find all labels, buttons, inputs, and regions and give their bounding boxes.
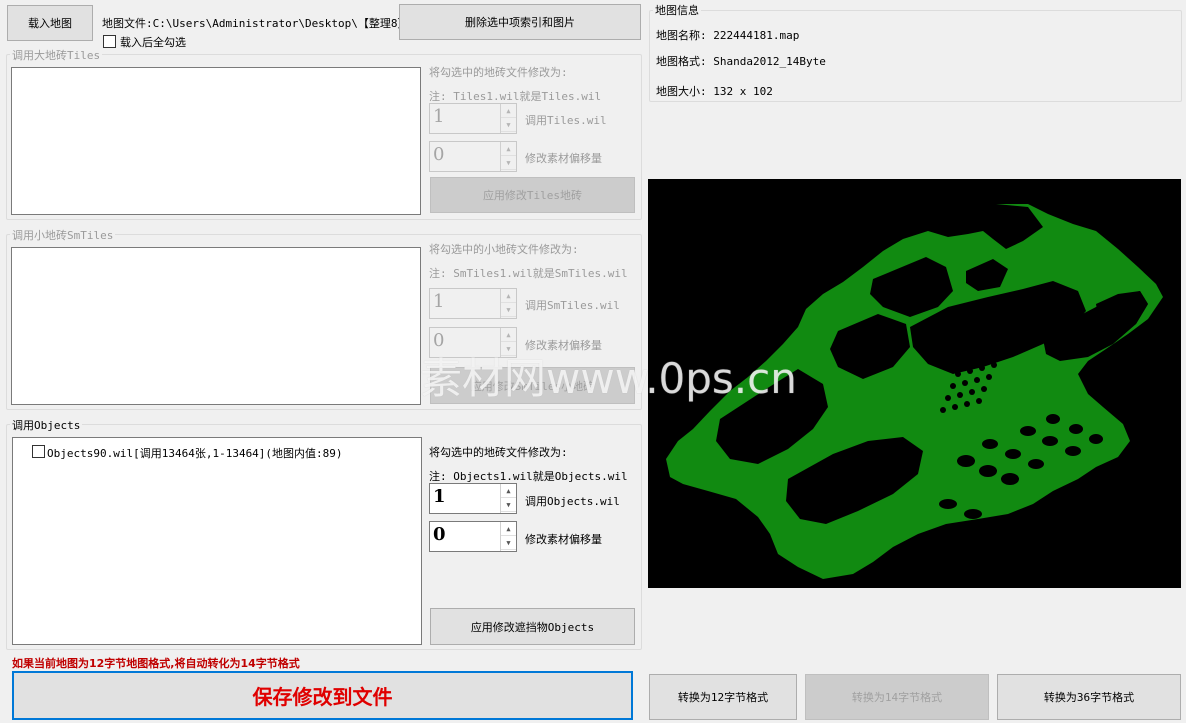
- map-info-group-label: 地图信息: [653, 2, 701, 18]
- map-name: 地图名称: 222444181.map: [656, 29, 800, 42]
- smtiles-index-label: 调用SmTiles.wil: [525, 299, 620, 312]
- tiles-index-stepper[interactable]: 1 ▲ ▼: [429, 103, 517, 134]
- objects-index-label: 调用Objects.wil: [525, 495, 620, 508]
- tiles-offset-label: 修改素材偏移量: [525, 152, 602, 165]
- stepper-up-icon[interactable]: ▲: [501, 522, 516, 536]
- tiles-offset-stepper[interactable]: 0 ▲ ▼: [429, 141, 517, 172]
- smtiles-offset-value: 0: [433, 330, 445, 351]
- smtiles-modify-to-label: 将勾选中的小地砖文件修改为:: [429, 243, 579, 256]
- objects-index-stepper[interactable]: 1 ▲ ▼: [429, 483, 517, 514]
- objects-offset-stepper[interactable]: 0 ▲ ▼: [429, 521, 517, 552]
- objects-note: 注: Objects1.wil就是Objects.wil: [429, 470, 628, 483]
- stepper-up-icon[interactable]: ▲: [501, 289, 516, 303]
- tiles-list[interactable]: [11, 67, 421, 215]
- stepper-up-icon[interactable]: ▲: [501, 142, 516, 156]
- map-preview-image: [666, 204, 1163, 579]
- stepper-down-icon[interactable]: ▼: [501, 498, 516, 512]
- list-item[interactable]: Objects90.wil[调用13464张,1-13464](地图内值:89): [47, 445, 343, 461]
- delete-selected-button[interactable]: 删除选中项索引和图片: [399, 4, 641, 40]
- apply-smtiles-button[interactable]: 应用修改SmTiles小地砖: [430, 367, 635, 404]
- apply-objects-button[interactable]: 应用修改遮挡物Objects: [430, 608, 635, 645]
- map-file-label: 地图文件:C:\Users\Administrator\Desktop\【整理8…: [102, 17, 416, 30]
- stepper-down-icon[interactable]: ▼: [501, 118, 516, 132]
- tiles-offset-value: 0: [433, 144, 445, 165]
- save-to-file-button[interactable]: 保存修改到文件: [12, 671, 633, 720]
- tiles-group-label: 调用大地砖Tiles: [10, 47, 103, 63]
- smtiles-group-label: 调用小地砖SmTiles: [10, 227, 116, 243]
- apply-tiles-button[interactable]: 应用修改Tiles地砖: [430, 177, 635, 213]
- objects-list[interactable]: Objects90.wil[调用13464张,1-13464](地图内值:89): [12, 437, 422, 645]
- objects-offset-value: 0: [433, 524, 446, 545]
- stepper-down-icon[interactable]: ▼: [501, 303, 516, 317]
- format-warning: 如果当前地图为12字节地图格式,将自动转化为14字节格式: [12, 657, 300, 670]
- tiles-modify-to-label: 将勾选中的地砖文件修改为:: [429, 66, 568, 79]
- objects-group-label: 调用Objects: [10, 417, 83, 433]
- tiles-index-value: 1: [433, 106, 445, 127]
- select-all-after-load-label: 载入后全勾选: [120, 36, 186, 49]
- smtiles-offset-label: 修改素材偏移量: [525, 339, 602, 352]
- objects-offset-label: 修改素材偏移量: [525, 533, 602, 546]
- smtiles-note: 注: SmTiles1.wil就是SmTiles.wil: [429, 267, 628, 280]
- tiles-index-label: 调用Tiles.wil: [525, 114, 607, 127]
- stepper-up-icon[interactable]: ▲: [501, 328, 516, 342]
- stepper-down-icon[interactable]: ▼: [501, 536, 516, 550]
- stepper-down-icon[interactable]: ▼: [501, 156, 516, 170]
- smtiles-offset-stepper[interactable]: 0 ▲ ▼: [429, 327, 517, 358]
- stepper-down-icon[interactable]: ▼: [501, 342, 516, 356]
- objects-index-value: 1: [433, 486, 446, 507]
- smtiles-index-value: 1: [433, 291, 445, 312]
- map-format: 地图格式: Shanda2012_14Byte: [656, 55, 826, 68]
- objects-modify-to-label: 将勾选中的地砖文件修改为:: [429, 446, 568, 459]
- load-map-button[interactable]: 载入地图: [7, 5, 93, 41]
- stepper-up-icon[interactable]: ▲: [501, 484, 516, 498]
- smtiles-index-stepper[interactable]: 1 ▲ ▼: [429, 288, 517, 319]
- map-size: 地图大小: 132 x 102: [656, 85, 773, 98]
- stepper-up-icon[interactable]: ▲: [501, 104, 516, 118]
- objects-item-checkbox[interactable]: [32, 445, 45, 458]
- convert-36-byte-button[interactable]: 转换为36字节格式: [997, 674, 1181, 720]
- convert-12-byte-button[interactable]: 转换为12字节格式: [649, 674, 797, 720]
- smtiles-list[interactable]: [11, 247, 421, 405]
- select-all-after-load-checkbox[interactable]: [103, 35, 116, 48]
- convert-14-byte-button[interactable]: 转换为14字节格式: [805, 674, 989, 720]
- map-preview: [648, 179, 1181, 588]
- tiles-note: 注: Tiles1.wil就是Tiles.wil: [429, 90, 602, 103]
